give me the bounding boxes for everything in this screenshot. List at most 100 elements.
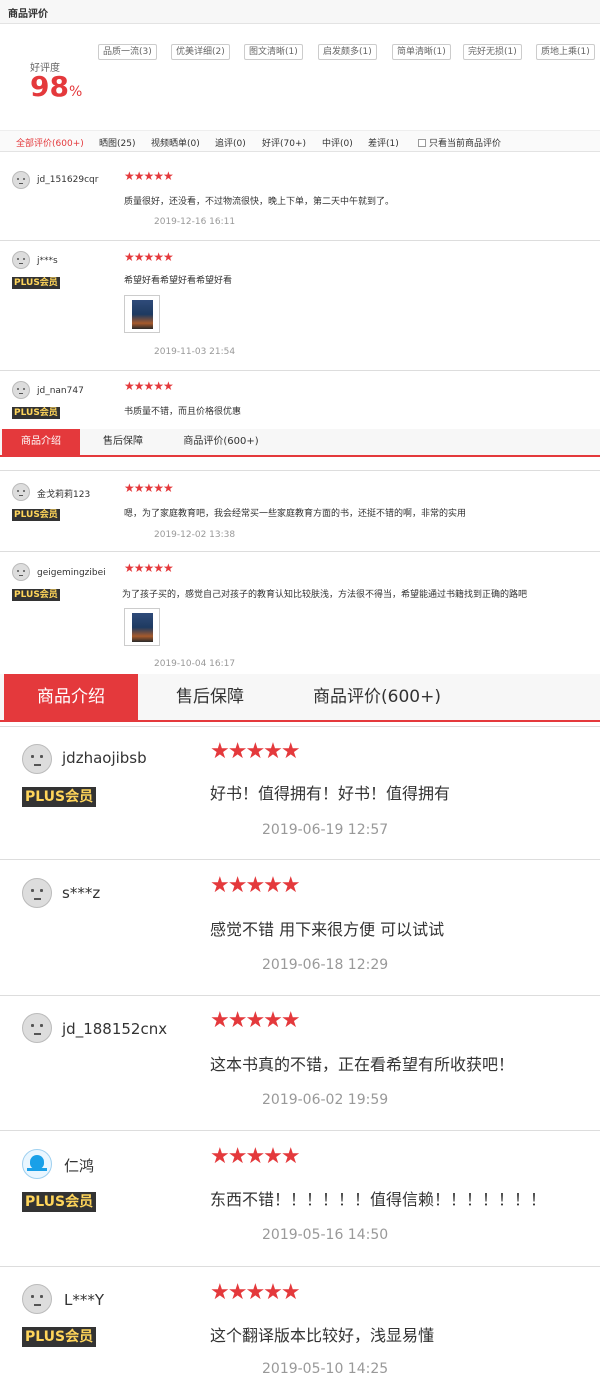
review-time: 2019-05-10 14:25 [262,1361,389,1377]
product-tabbar-large: 商品介绍 售后保障 商品评价(600+) [0,674,600,722]
review-username: jd_nan747 [37,386,84,396]
review-tag[interactable]: 完好无损(1) [463,44,522,60]
review-item: 金戈莉莉123 PLUS会员 ★★★★★ 嗯，为了家庭教育吧，我会经常买一些家庭… [0,470,600,552]
tab-product-intro[interactable]: 商品介绍 [2,429,80,455]
filter-mid[interactable]: 中评(0) [322,136,353,149]
star-rating: ★★★★★ [210,1144,301,1169]
review-text: 这本书真的不错，正在看希望有所收获吧！ [210,1055,515,1074]
review-username: geigemingzibei [37,568,106,578]
star-rating: ★★★★★ [124,481,174,495]
review-username: jd_151629cqr [37,175,99,185]
review-photo-thumbnail[interactable] [124,608,160,646]
review-username: jdzhaojibsb [62,749,147,767]
current-only-label: 只看当前商品评价 [429,139,502,149]
plus-member-badge: PLUS会员 [12,509,60,521]
user-avatar [12,171,30,189]
review-tag[interactable]: 质地上乘(1) [536,44,595,60]
review-time: 2019-06-18 12:29 [262,957,389,973]
user-avatar [22,744,52,774]
review-item: jd_nan747 PLUS会员 ★★★★★ 书质量不错，而且价格很优惠 [0,371,600,429]
product-tabbar: 商品介绍 售后保障 商品评价(600+) [0,429,600,457]
review-text: 嗯，为了家庭教育吧，我会经常买一些家庭教育方面的书，还挺不错的啊，非常的实用 [124,509,467,519]
review-item: j***s PLUS会员 ★★★★★ 希望好看希望好看希望好看 2019-11-… [0,241,600,371]
review-photo-thumbnail[interactable] [124,295,160,333]
review-item: jd_188152cnx ★★★★★ 这本书真的不错，正在看希望有所收获吧！ 2… [0,996,600,1131]
user-avatar [12,381,30,399]
review-tags: 品质一流(3) 优美详细(2) 图文清晰(1) 启发颇多(1) 简单清晰(1) … [98,44,600,62]
review-time: 2019-12-16 16:11 [154,217,236,227]
plus-member-badge: PLUS会员 [22,787,97,807]
review-username: L***Y [64,1291,105,1309]
tab-reviews[interactable]: 商品评价(600+) [292,674,462,720]
book-cover-image [132,613,153,642]
review-text: 希望好看希望好看希望好看 [124,276,233,286]
review-item: jd_151629cqr ★★★★★ 质量很好，还没看，不过物流很快，晚上下单，… [0,153,600,241]
star-rating: ★★★★★ [124,250,174,264]
tab-after-sale[interactable]: 售后保障 [150,674,270,720]
filter-video[interactable]: 视频晒单(0) [151,136,200,149]
review-text: 东西不错！！！！！！值得信赖！！！！！！！ [210,1190,547,1209]
review-item: jdzhaojibsb PLUS会员 ★★★★★ 好书！值得拥有！好书！值得拥有… [0,726,600,860]
star-rating: ★★★★★ [210,1280,301,1305]
review-tag[interactable]: 优美详细(2) [171,44,230,60]
positive-rate-value: 98 [30,70,69,103]
user-avatar [12,563,30,581]
review-tag[interactable]: 图文清晰(1) [244,44,303,60]
review-username: 金戈莉莉123 [37,490,91,500]
filter-good[interactable]: 好评(70+) [262,136,306,149]
review-time: 2019-10-04 16:17 [154,659,236,669]
plus-member-badge: PLUS会员 [22,1192,97,1212]
star-rating: ★★★★★ [124,561,174,575]
review-username: s***z [62,884,101,902]
review-tag[interactable]: 品质一流(3) [98,44,157,60]
review-item: 仁鸿 PLUS会员 ★★★★★ 东西不错！！！！！！值得信赖！！！！！！！ 20… [0,1131,600,1267]
review-text: 质量很好，还没看，不过物流很快，晚上下单，第二天中午就到了。 [124,197,395,207]
star-rating: ★★★★★ [124,169,174,183]
review-username: jd_188152cnx [62,1020,168,1038]
review-time: 2019-06-02 19:59 [262,1092,389,1108]
plus-member-badge: PLUS会员 [22,1327,97,1347]
review-text: 这个翻译版本比较好，浅显易懂 [210,1326,435,1345]
review-text: 书质量不错，而且价格很优惠 [124,407,242,417]
filter-bad[interactable]: 差评(1) [368,136,399,149]
filter-follow[interactable]: 追评(0) [215,136,246,149]
review-time: 2019-06-19 12:57 [262,822,389,838]
review-filter-bar: 全部评价(600+) 晒图(25) 视频晒单(0) 追评(0) 好评(70+) … [0,130,600,152]
user-avatar [22,1013,52,1043]
user-avatar [12,251,30,269]
plus-member-badge: PLUS会员 [12,407,60,419]
review-item: s***z ★★★★★ 感觉不错 用下来很方便 可以试试 2019-06-18 … [0,860,600,996]
review-tag[interactable]: 启发颇多(1) [318,44,377,60]
positive-rate-unit: % [68,84,83,100]
current-only-checkbox[interactable] [418,139,426,147]
tab-after-sale[interactable]: 售后保障 [90,429,156,455]
section-header: 商品评价 [0,0,600,24]
positive-rate: 98% [30,70,82,109]
filter-current-only[interactable]: 只看当前商品评价 [418,136,501,149]
review-time: 2019-12-02 13:38 [154,530,236,540]
star-rating: ★★★★★ [210,739,301,764]
star-rating: ★★★★★ [210,873,301,898]
filter-all[interactable]: 全部评价(600+) [16,136,84,149]
plus-member-badge: PLUS会员 [12,277,60,289]
review-time: 2019-05-16 14:50 [262,1227,389,1243]
book-cover-image [132,300,153,329]
review-username: j***s [37,256,58,266]
review-username: 仁鸿 [64,1157,95,1175]
tab-product-intro[interactable]: 商品介绍 [4,674,138,720]
review-item: L***Y PLUS会员 ★★★★★ 这个翻译版本比较好，浅显易懂 2019-0… [0,1267,600,1400]
tab-reviews[interactable]: 商品评价(600+) [170,429,272,455]
star-rating: ★★★★★ [124,379,174,393]
user-avatar [22,878,52,908]
review-time: 2019-11-03 21:54 [154,347,236,357]
user-avatar [22,1149,52,1179]
review-text: 为了孩子买的，感觉自己对孩子的教育认知比较肤浅，方法很不得当，希望能通过书籍找到… [122,590,528,600]
review-text: 感觉不错 用下来很方便 可以试试 [210,920,445,939]
section-title: 商品评价 [8,9,48,20]
review-tag[interactable]: 简单清晰(1) [392,44,451,60]
star-rating: ★★★★★ [210,1008,301,1033]
review-item: geigemingzibei PLUS会员 ★★★★★ 为了孩子买的，感觉自己对… [0,552,600,674]
filter-pics[interactable]: 晒图(25) [99,136,135,149]
user-avatar [12,483,30,501]
review-text: 好书！值得拥有！好书！值得拥有 [210,784,451,803]
